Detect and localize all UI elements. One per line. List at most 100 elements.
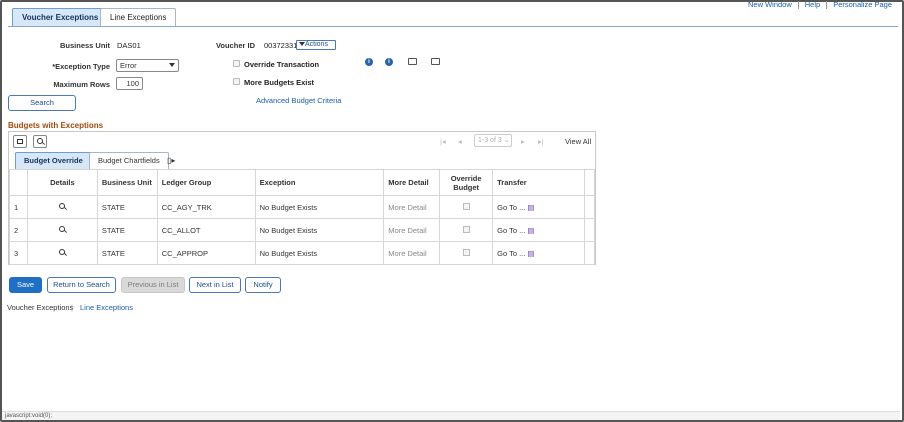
personalize-page-link[interactable]: Personalize Page (826, 1, 898, 9)
header-links: New Window Help Personalize Page (742, 1, 898, 9)
actions-label: Actions (305, 41, 328, 48)
first-page-icon[interactable]: |◂ (440, 137, 446, 146)
override-budget-checkbox[interactable] (462, 248, 470, 256)
ledger-group-cell: CC_AGY_TRK (156, 195, 256, 219)
override-budget-checkbox[interactable] (462, 225, 470, 233)
business-unit-header: Business Unit (96, 169, 158, 196)
business-unit-label: Business Unit (59, 41, 110, 50)
voucher-id-value: 00372331 (264, 41, 298, 50)
override-budget-cell[interactable] (439, 195, 494, 219)
ledger-group-cell: CC_ALLOT (156, 218, 256, 242)
transfer-label: Go To ... (497, 202, 526, 212)
chevron-down-icon (169, 63, 175, 67)
next-page-icon[interactable]: ▸ (521, 137, 525, 146)
override-transaction-checkbox[interactable] (233, 60, 240, 67)
table-row: 2 STATE CC_ALLOT No Budget Exists More D… (9, 218, 596, 242)
business-unit-value: DAS01 (117, 41, 141, 50)
details-cell[interactable] (26, 241, 98, 265)
scroll-cell (583, 195, 596, 219)
next-in-list-button[interactable]: Next in List (189, 277, 241, 293)
tab-divider (8, 26, 898, 27)
previous-page-icon[interactable]: ◂ (458, 137, 462, 146)
ledger-group-header: Ledger Group (156, 169, 256, 196)
tab-budget-chartfields[interactable]: Budget Chartfields (89, 152, 169, 169)
override-budget-checkbox[interactable] (462, 202, 470, 210)
info-icon-2[interactable]: i (385, 58, 393, 66)
previous-in-list-button[interactable]: Previous in List (121, 277, 185, 293)
row-number-header (9, 169, 28, 196)
exception-cell: No Budget Exists (254, 195, 385, 219)
transfer-label: Go To ... (497, 225, 526, 235)
override-budget-cell[interactable] (439, 218, 494, 242)
return-to-search-button[interactable]: Return to Search (47, 277, 116, 293)
more-detail-cell: More Detail (383, 241, 441, 265)
max-rows-input[interactable]: 100 (116, 77, 143, 90)
table-header-row: Details Business Unit Ledger Group Excep… (9, 169, 596, 196)
grid-settings-icon (17, 139, 23, 144)
transfer-header: Transfer (492, 169, 585, 196)
details-cell[interactable] (26, 218, 98, 242)
actions-dropdown[interactable]: Actions (296, 40, 336, 50)
voucher-id-label: Voucher ID (215, 41, 255, 50)
business-unit-cell: STATE (96, 218, 158, 242)
max-rows-label: Maximum Rows (53, 80, 110, 89)
pager-select[interactable]: 1-3 of 3 ⌄ (474, 134, 512, 147)
scroll-header (583, 169, 596, 196)
search-icon[interactable] (58, 202, 66, 210)
more-detail-cell: More Detail (383, 195, 441, 219)
new-window-link[interactable]: New Window (742, 1, 798, 9)
search-icon (37, 138, 44, 145)
info-icon[interactable]: i (365, 58, 373, 66)
scroll-cell (583, 241, 596, 265)
override-budget-cell[interactable] (439, 241, 494, 265)
transfer-label: Go To ... (497, 248, 526, 258)
show-all-columns-icon[interactable]: ▯▸ (167, 156, 175, 165)
notify-button[interactable]: Notify (245, 277, 281, 293)
exception-type-value: Error (120, 61, 137, 70)
more-budgets-exist-checkbox[interactable] (233, 78, 240, 85)
transfer-icon[interactable]: ▤ (527, 249, 534, 258)
tab-voucher-exceptions[interactable]: Voucher Exceptions (12, 8, 109, 27)
table-row: 1 STATE CC_AGY_TRK No Budget Exists More… (9, 195, 596, 219)
ledger-group-cell: CC_APPROP (156, 241, 256, 265)
row-number: 3 (9, 241, 28, 265)
more-budgets-exist-label: More Budgets Exist (244, 78, 315, 87)
save-button[interactable]: Save (9, 277, 42, 293)
details-header: Details (26, 169, 98, 196)
exception-type-select[interactable]: Error (116, 59, 179, 72)
exception-cell: No Budget Exists (254, 241, 385, 265)
grid-search-button[interactable] (33, 135, 47, 148)
exception-type-label: *Exception Type (52, 62, 110, 71)
more-detail-header: More Detail (383, 169, 441, 196)
tab-line-exceptions[interactable]: Line Exceptions (100, 8, 177, 27)
footer-separator: | (71, 303, 73, 312)
view-all-link[interactable]: View All (565, 137, 591, 146)
exception-cell: No Budget Exists (254, 218, 385, 242)
personalize-grid-button[interactable] (13, 135, 27, 148)
last-page-icon[interactable]: ▸| (538, 137, 544, 146)
transfer-icon[interactable]: ▤ (527, 226, 534, 235)
comment-list-icon[interactable] (431, 58, 440, 65)
advanced-budget-criteria-link[interactable]: Advanced Budget Criteria (256, 96, 341, 105)
override-budget-header: Override Budget (439, 169, 494, 196)
transfer-cell[interactable]: Go To ... ▤ (492, 241, 585, 265)
details-cell[interactable] (26, 195, 98, 219)
search-icon[interactable] (58, 248, 66, 256)
transfer-icon[interactable]: ▤ (527, 203, 534, 212)
comment-icon[interactable] (408, 58, 417, 65)
row-number: 2 (9, 218, 28, 242)
business-unit-cell: STATE (96, 241, 158, 265)
transfer-cell[interactable]: Go To ... ▤ (492, 218, 585, 242)
scroll-cell (583, 218, 596, 242)
footer-voucher-exceptions: Voucher Exceptions (7, 303, 74, 312)
search-button[interactable]: Search (8, 95, 76, 111)
tab-budget-override[interactable]: Budget Override (15, 152, 92, 169)
search-icon[interactable] (58, 225, 66, 233)
exceptions-table: Details Business Unit Ledger Group Excep… (9, 169, 596, 265)
more-detail-cell: More Detail (383, 218, 441, 242)
exception-header: Exception (254, 169, 385, 196)
help-link[interactable]: Help (797, 1, 826, 9)
section-title: Budgets with Exceptions (8, 121, 104, 130)
transfer-cell[interactable]: Go To ... ▤ (492, 195, 585, 219)
footer-line-exceptions-link[interactable]: Line Exceptions (80, 303, 133, 312)
